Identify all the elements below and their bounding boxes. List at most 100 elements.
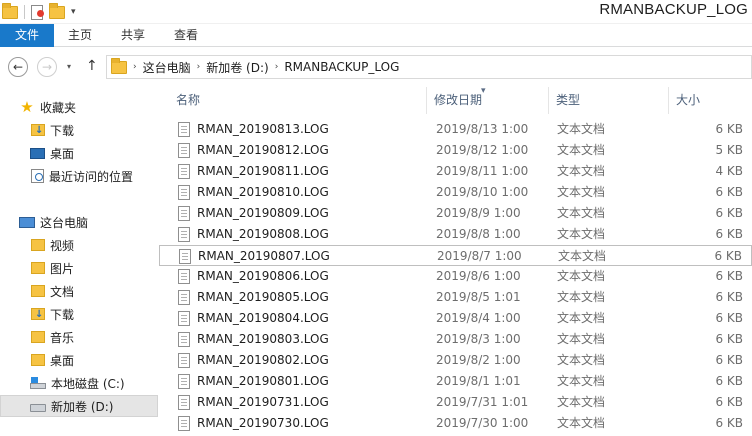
sidebar-item-label: 这台电脑 bbox=[40, 215, 89, 230]
file-size: 6 KB bbox=[715, 269, 743, 283]
file-type: 文本文档 bbox=[557, 416, 606, 430]
sidebar-item-desktop[interactable]: 桌面 bbox=[0, 142, 158, 164]
table-row[interactable]: RMAN_20190806.LOG 2019/8/6 1:00 文本文档 6 KB bbox=[159, 266, 752, 287]
file-size: 6 KB bbox=[715, 206, 743, 220]
sidebar-item-favorites[interactable]: ★ 收藏夹 bbox=[0, 96, 158, 118]
file-name: RMAN_20190730.LOG bbox=[197, 416, 329, 430]
tab-share[interactable]: 共享 bbox=[121, 24, 145, 47]
column-header-type[interactable]: 类型 bbox=[549, 87, 669, 114]
file-type: 文本文档 bbox=[557, 164, 606, 178]
sidebar-item-pictures[interactable]: 图片 bbox=[0, 257, 158, 279]
sort-descending-icon: ▾ bbox=[481, 86, 486, 96]
file-name: RMAN_20190731.LOG bbox=[197, 395, 329, 409]
title-bar: ▾ RMANBACKUP_LOG bbox=[0, 0, 752, 24]
forward-arrow-icon: → bbox=[41, 60, 53, 74]
sidebar-item-music[interactable]: 音乐 bbox=[0, 326, 158, 348]
address-bar[interactable]: › 这台电脑 › 新加卷 (D:) › RMANBACKUP_LOG bbox=[106, 55, 752, 79]
table-row[interactable]: RMAN_20190805.LOG 2019/8/5 1:01 文本文档 6 KB bbox=[159, 287, 752, 308]
file-name: RMAN_20190807.LOG bbox=[198, 249, 330, 263]
breadcrumb-this-pc[interactable]: 这台电脑 bbox=[143, 59, 191, 76]
new-folder-icon[interactable] bbox=[49, 2, 65, 19]
file-modified-date: 2019/8/1 1:01 bbox=[436, 374, 521, 388]
table-row[interactable]: RMAN_20190801.LOG 2019/8/1 1:01 文本文档 6 KB bbox=[159, 371, 752, 392]
breadcrumb-drive-d[interactable]: 新加卷 (D:) bbox=[206, 59, 268, 76]
recent-locations-button[interactable]: ▾ bbox=[67, 62, 71, 71]
pictures-folder-icon bbox=[31, 262, 45, 274]
sidebar-item-downloads-pc[interactable]: ↓ 下载 bbox=[0, 303, 158, 325]
file-type: 文本文档 bbox=[558, 249, 607, 263]
sidebar-item-label: 下载 bbox=[50, 307, 75, 322]
sidebar-item-recent-places[interactable]: 最近访问的位置 bbox=[0, 165, 158, 187]
text-file-icon bbox=[178, 353, 190, 368]
table-row[interactable]: RMAN_20190803.LOG 2019/8/3 1:00 文本文档 6 KB bbox=[159, 329, 752, 350]
sidebar-item-documents[interactable]: 文档 bbox=[0, 280, 158, 302]
tab-view[interactable]: 查看 bbox=[174, 24, 198, 47]
text-file-icon bbox=[178, 395, 190, 410]
back-button[interactable]: ← bbox=[8, 57, 28, 77]
file-modified-date: 2019/8/8 1:00 bbox=[436, 227, 521, 241]
file-size: 6 KB bbox=[715, 395, 743, 409]
text-file-icon bbox=[178, 206, 190, 221]
file-name: RMAN_20190802.LOG bbox=[197, 353, 329, 367]
file-size: 6 KB bbox=[715, 353, 743, 367]
sidebar-item-label: 最近访问的位置 bbox=[49, 169, 134, 184]
sidebar-item-desktop-pc[interactable]: 桌面 bbox=[0, 349, 158, 371]
table-row[interactable]: RMAN_20190802.LOG 2019/8/2 1:00 文本文档 6 KB bbox=[159, 350, 752, 371]
sidebar-item-drive-d[interactable]: 新加卷 (D:) bbox=[0, 395, 158, 417]
table-row[interactable]: RMAN_20190808.LOG 2019/8/8 1:00 文本文档 6 KB bbox=[159, 224, 752, 245]
navigation-bar: ← → ▾ ↑ › 这台电脑 › 新加卷 (D:) › RMANBACKUP_L… bbox=[0, 47, 752, 87]
tab-file[interactable]: 文件 bbox=[0, 24, 54, 47]
table-row[interactable]: RMAN_20190804.LOG 2019/8/4 1:00 文本文档 6 KB bbox=[159, 308, 752, 329]
table-row[interactable]: RMAN_20190810.LOG 2019/8/10 1:00 文本文档 6 KB bbox=[159, 182, 752, 203]
sidebar-item-label: 音乐 bbox=[50, 330, 75, 345]
sidebar-item-videos[interactable]: 视频 bbox=[0, 234, 158, 256]
text-file-icon bbox=[178, 311, 190, 326]
tab-home[interactable]: 主页 bbox=[68, 24, 92, 47]
file-size: 6 KB bbox=[715, 227, 743, 241]
file-size: 6 KB bbox=[715, 290, 743, 304]
column-header-name[interactable]: 名称 bbox=[169, 87, 427, 114]
chevron-right-icon[interactable]: › bbox=[133, 62, 137, 72]
text-file-icon bbox=[178, 290, 190, 305]
file-type: 文本文档 bbox=[557, 143, 606, 157]
sidebar-item-downloads[interactable]: ↓ 下载 bbox=[0, 119, 158, 141]
sidebar-item-label: 新加卷 (D:) bbox=[51, 399, 114, 414]
music-folder-icon bbox=[31, 331, 45, 343]
properties-icon[interactable] bbox=[31, 4, 44, 20]
text-file-icon bbox=[178, 143, 190, 158]
table-row[interactable]: RMAN_20190812.LOG 2019/8/12 1:00 文本文档 5 KB bbox=[159, 140, 752, 161]
sidebar-item-label: 下载 bbox=[50, 123, 75, 138]
sidebar-item-this-pc[interactable]: 这台电脑 bbox=[0, 211, 158, 233]
file-size: 6 KB bbox=[715, 122, 743, 136]
file-type: 文本文档 bbox=[557, 332, 606, 346]
sidebar-item-label: 桌面 bbox=[50, 146, 75, 161]
file-name: RMAN_20190801.LOG bbox=[197, 374, 329, 388]
up-button[interactable]: ↑ bbox=[86, 58, 98, 74]
text-file-icon bbox=[178, 185, 190, 200]
column-header-size[interactable]: 大小 bbox=[669, 87, 752, 114]
file-modified-date: 2019/8/2 1:00 bbox=[436, 353, 521, 367]
forward-button[interactable]: → bbox=[37, 57, 57, 77]
table-row[interactable]: RMAN_20190807.LOG 2019/8/7 1:00 文本文档 6 KB bbox=[159, 245, 752, 266]
table-row[interactable]: RMAN_20190731.LOG 2019/7/31 1:01 文本文档 6 KB bbox=[159, 392, 752, 413]
table-row[interactable]: RMAN_20190730.LOG 2019/7/30 1:00 文本文档 6 KB bbox=[159, 413, 752, 434]
file-name: RMAN_20190806.LOG bbox=[197, 269, 329, 283]
navigation-pane: ★ 收藏夹 ↓ 下载 桌面 最近访问的位置 这台电脑 视频 图片 文档 ↓ 下载… bbox=[0, 87, 158, 436]
table-row[interactable]: RMAN_20190809.LOG 2019/8/9 1:00 文本文档 6 KB bbox=[159, 203, 752, 224]
chevron-right-icon[interactable]: › bbox=[197, 62, 201, 72]
chevron-right-icon[interactable]: › bbox=[275, 62, 279, 72]
customize-toolbar-icon[interactable]: ▾ bbox=[71, 7, 76, 17]
file-name: RMAN_20190813.LOG bbox=[197, 122, 329, 136]
breadcrumb-current-folder[interactable]: RMANBACKUP_LOG bbox=[284, 60, 399, 74]
table-row[interactable]: RMAN_20190813.LOG 2019/8/13 1:00 文本文档 6 KB bbox=[159, 119, 752, 140]
download-folder-icon: ↓ bbox=[31, 308, 45, 320]
file-size: 6 KB bbox=[715, 416, 743, 430]
desktop-folder-icon bbox=[31, 354, 45, 366]
column-header-date[interactable]: ▾ 修改日期 bbox=[427, 87, 549, 114]
sidebar-item-drive-c[interactable]: 本地磁盘 (C:) bbox=[0, 372, 158, 394]
text-file-icon bbox=[178, 164, 190, 179]
file-modified-date: 2019/8/3 1:00 bbox=[436, 332, 521, 346]
text-file-icon bbox=[178, 416, 190, 431]
table-row[interactable]: RMAN_20190811.LOG 2019/8/11 1:00 文本文档 4 KB bbox=[159, 161, 752, 182]
star-icon: ★ bbox=[20, 98, 34, 116]
